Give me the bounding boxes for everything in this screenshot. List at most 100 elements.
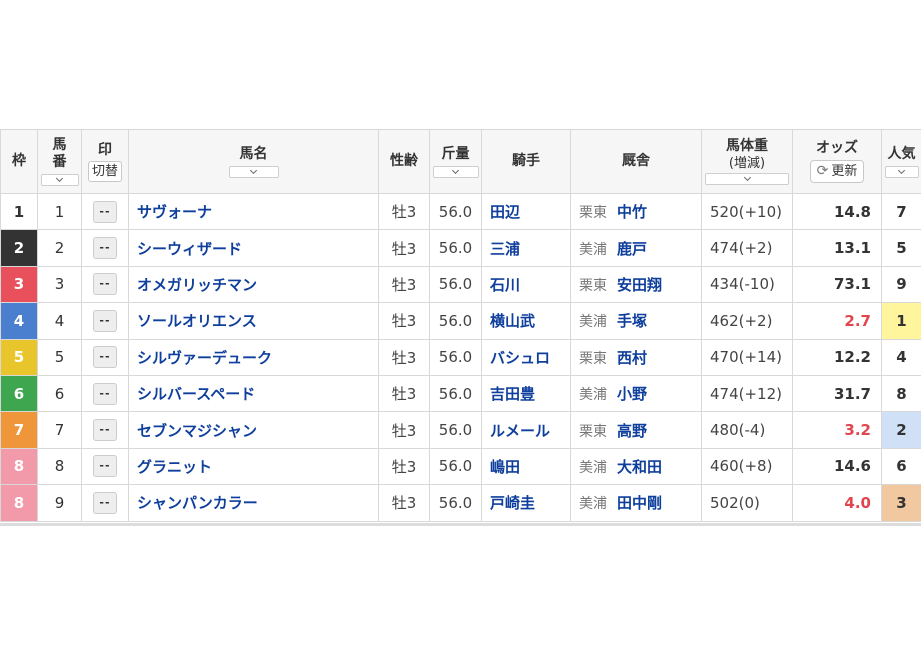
mark-select-button[interactable]: --	[93, 237, 117, 260]
header-umaban[interactable]: 馬 番	[37, 129, 82, 194]
table-row[interactable]: 2 2 -- シーウィザード 牡3 56.0 三浦 美浦 鹿戸 474(+2) 13.1 5	[0, 229, 921, 267]
trainer-link[interactable]: 手塚	[617, 312, 647, 330]
popularity-cell: 2	[881, 411, 921, 449]
mark-select-button[interactable]: --	[93, 273, 117, 296]
jockey-link[interactable]: 吉田豊	[481, 374, 571, 413]
mark-cell: --	[81, 374, 129, 413]
table-bottom-divider	[0, 523, 921, 526]
jockey-link[interactable]: ルメール	[481, 411, 571, 449]
horse-name-link[interactable]: ソールオリエンス	[128, 302, 379, 340]
header-sex-age: 性齢	[378, 129, 430, 194]
waku-cell: 2	[0, 229, 38, 267]
mark-select-button[interactable]: --	[93, 491, 117, 514]
horse-name-link[interactable]: シャンパンカラー	[128, 484, 379, 522]
horse-weight-cell: 502(0)	[701, 484, 793, 522]
horse-weight-cell: 474(+2)	[701, 229, 793, 267]
jockey-link[interactable]: 横山武	[481, 302, 571, 340]
popularity-cell: 4	[881, 338, 921, 376]
umaban-cell: 5	[37, 338, 82, 376]
trainer-link[interactable]: 西村	[617, 349, 647, 367]
kinryo-cell: 56.0	[429, 447, 482, 486]
sort-umaban-button[interactable]	[40, 174, 79, 186]
trainer-link[interactable]: 小野	[617, 385, 647, 403]
chevron-down-icon	[249, 166, 258, 174]
horse-name-link[interactable]: サヴォーナ	[128, 192, 379, 231]
trainer-link[interactable]: 田中剛	[617, 494, 662, 512]
table-row[interactable]: 5 5 -- シルヴァーデューク 牡3 56.0 バシュロ 栗東 西村 470(+14) 12.2 4	[0, 338, 921, 376]
mark-select-button[interactable]: --	[93, 346, 117, 369]
sort-ninki-button[interactable]	[884, 165, 919, 178]
waku-cell: 8	[0, 447, 38, 486]
trainer-link[interactable]: 中竹	[617, 203, 647, 221]
mark-select-button[interactable]: --	[93, 419, 117, 442]
waku-cell: 3	[0, 265, 38, 304]
trainer-link[interactable]: 高野	[617, 422, 647, 440]
horse-weight-cell: 520(+10)	[701, 192, 793, 231]
header-kinryo[interactable]: 斤量	[429, 129, 482, 194]
jockey-link[interactable]: 田辺	[481, 192, 571, 231]
waku-cell: 1	[0, 192, 38, 231]
jockey-link[interactable]: バシュロ	[481, 338, 571, 376]
header-name[interactable]: 馬名	[128, 129, 379, 194]
table-row[interactable]: 1 1 -- サヴォーナ 牡3 56.0 田辺 栗東 中竹 520(+10) 14.8 7	[0, 192, 921, 231]
stable-cell: 美浦 小野	[570, 374, 702, 413]
mark-toggle-button[interactable]: 切替	[87, 160, 122, 182]
horse-name-link[interactable]: シーウィザード	[128, 229, 379, 267]
table-row[interactable]: 3 3 -- オメガリッチマン 牡3 56.0 石川 栗東 安田翔 434(-10) 73.1 9	[0, 265, 921, 304]
header-umaban-label-1: 馬	[52, 137, 67, 153]
odds-cell: 2.7	[792, 302, 882, 340]
race-entry-table: 枠 馬 番 印 切替 馬名 性齢 斤量 騎手 厩舎 馬体重 (増減) オッズ ⟳…	[0, 129, 921, 522]
odds-cell: 12.2	[792, 338, 882, 376]
stable-cell: 美浦 鹿戸	[570, 229, 702, 267]
umaban-cell: 8	[37, 447, 82, 486]
stable-region: 栗東	[579, 350, 607, 367]
header-weight[interactable]: 馬体重 (増減)	[701, 129, 793, 194]
umaban-cell: 6	[37, 374, 82, 413]
horse-name-link[interactable]: セブンマジシャン	[128, 411, 379, 449]
odds-cell: 14.6	[792, 447, 882, 486]
trainer-link[interactable]: 大和田	[617, 458, 662, 476]
table-row[interactable]: 6 6 -- シルバースペード 牡3 56.0 吉田豊 美浦 小野 474(+12) 31.7 8	[0, 374, 921, 413]
update-odds-label: 更新	[831, 164, 858, 179]
mark-select-button[interactable]: --	[93, 455, 117, 478]
header-row: 枠 馬 番 印 切替 馬名 性齢 斤量 騎手 厩舎 馬体重 (増減) オッズ ⟳…	[0, 129, 921, 194]
mark-select-button[interactable]: --	[93, 309, 117, 332]
jockey-link[interactable]: 嶋田	[481, 447, 571, 486]
table-row[interactable]: 4 4 -- ソールオリエンス 牡3 56.0 横山武 美浦 手塚 462(+2) 2.7 1	[0, 302, 921, 340]
jockey-link[interactable]: 三浦	[481, 229, 571, 267]
mark-select-button[interactable]: --	[93, 382, 117, 405]
horse-name-link[interactable]: シルヴァーデューク	[128, 338, 379, 376]
sort-kinryo-button[interactable]	[432, 165, 479, 178]
stable-cell: 栗東 高野	[570, 411, 702, 449]
horse-name-link[interactable]: グラニット	[128, 447, 379, 486]
table-row[interactable]: 8 9 -- シャンパンカラー 牡3 56.0 戸崎圭 美浦 田中剛 502(0) 4.0 3	[0, 484, 921, 522]
horse-name-link[interactable]: オメガリッチマン	[128, 265, 379, 304]
mark-cell: --	[81, 265, 129, 304]
sex-age-cell: 牡3	[378, 302, 430, 340]
sex-age-cell: 牡3	[378, 338, 430, 376]
mark-select-button[interactable]: --	[93, 200, 117, 223]
header-odds: オッズ ⟳ 更新	[792, 129, 882, 194]
trainer-link[interactable]: 鹿戸	[617, 240, 647, 258]
popularity-cell: 3	[881, 484, 921, 522]
sort-weight-button[interactable]	[705, 173, 789, 185]
odds-cell: 13.1	[792, 229, 882, 267]
table-row[interactable]: 7 7 -- セブンマジシャン 牡3 56.0 ルメール 栗東 高野 480(-4) 3.2 2	[0, 411, 921, 449]
update-odds-button[interactable]: ⟳ 更新	[809, 160, 865, 183]
stable-cell: 美浦 手塚	[570, 302, 702, 340]
jockey-link[interactable]: 石川	[481, 265, 571, 304]
jockey-link[interactable]: 戸崎圭	[481, 484, 571, 522]
header-jockey-label: 騎手	[512, 153, 540, 169]
trainer-link[interactable]: 安田翔	[617, 276, 662, 294]
sort-name-button[interactable]	[228, 165, 279, 178]
kinryo-cell: 56.0	[429, 229, 482, 267]
horse-weight-cell: 480(-4)	[701, 411, 793, 449]
horse-name-link[interactable]: シルバースペード	[128, 374, 379, 413]
kinryo-cell: 56.0	[429, 192, 482, 231]
umaban-cell: 2	[37, 229, 82, 267]
sex-age-cell: 牡3	[378, 192, 430, 231]
table-row[interactable]: 8 8 -- グラニット 牡3 56.0 嶋田 美浦 大和田 460(+8) 14.6 6	[0, 447, 921, 486]
header-ninki[interactable]: 人気	[881, 129, 921, 194]
sex-age-cell: 牡3	[378, 265, 430, 304]
mark-cell: --	[81, 447, 129, 486]
